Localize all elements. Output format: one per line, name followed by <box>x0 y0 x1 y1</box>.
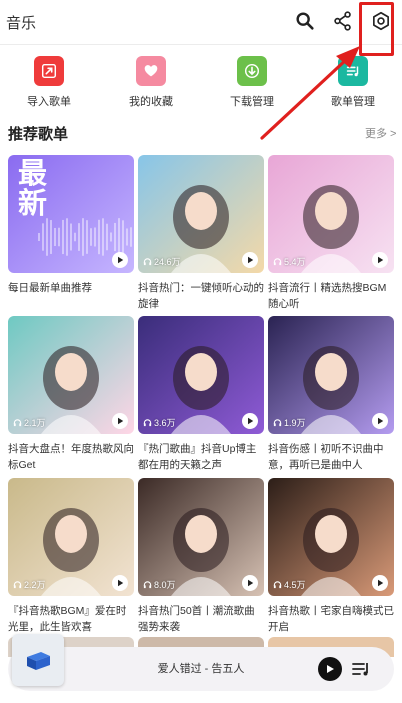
playlist-card[interactable]: 3.6万『热门歌曲』抖音Up博主都在用的天籁之声 <box>138 316 264 471</box>
playlist-title[interactable]: 『热门歌曲』抖音Up博主都在用的天籁之声 <box>138 441 264 473</box>
quick-downloads[interactable]: 下载管理 <box>212 56 292 109</box>
card-play-button[interactable] <box>112 413 128 429</box>
card-play-button[interactable] <box>112 252 128 268</box>
play-count-value: 8.0万 <box>154 580 176 590</box>
playlist-title[interactable]: 抖音热歌丨宅家自嗨模式已开启 <box>268 603 394 635</box>
playlist-cover[interactable]: 最新 <box>8 155 134 273</box>
playlist-card[interactable]: 4.5万抖音热歌丨宅家自嗨模式已开启 <box>268 478 394 633</box>
play-count: 5.4万 <box>273 255 306 268</box>
play-count-value: 3.6万 <box>154 418 176 428</box>
play-button[interactable] <box>318 657 342 681</box>
headphones-icon <box>273 258 282 266</box>
playlist-cover[interactable]: 1.9万 <box>268 316 394 434</box>
mini-player[interactable]: 爱人错过 - 告五人 <box>8 634 394 691</box>
play-count: 2.1万 <box>13 416 46 429</box>
headphones-icon <box>143 258 152 266</box>
play-icon <box>118 417 124 425</box>
playlist-title[interactable]: 『抖音热歌BGM』爱在时光里，此生皆欢喜 <box>8 603 134 635</box>
play-icon <box>378 256 384 264</box>
heart-icon <box>136 56 166 86</box>
headphones-icon <box>143 581 152 589</box>
search-button[interactable] <box>294 10 316 32</box>
playlist-title[interactable]: 抖音流行丨精选热搜BGM随心听 <box>268 280 394 312</box>
quick-downloads-label: 下载管理 <box>230 96 274 108</box>
playlist-title[interactable]: 抖音大盘点！年度热歌风向标Get <box>8 441 134 473</box>
playlist-cover[interactable]: 3.6万 <box>138 316 264 434</box>
queue-icon[interactable] <box>351 659 371 679</box>
card-play-button[interactable] <box>372 575 388 591</box>
playlist-title[interactable]: 抖音热门：一键倾听心动的旋律 <box>138 280 264 312</box>
playlist-card[interactable]: 最新 每日最新单曲推荐 <box>8 155 134 305</box>
headphones-icon <box>143 419 152 427</box>
play-count-value: 1.9万 <box>284 418 306 428</box>
play-count-value: 2.2万 <box>24 580 46 590</box>
play-count: 8.0万 <box>143 578 176 591</box>
play-count: 24.6万 <box>143 255 181 268</box>
headphones-icon <box>13 419 22 427</box>
playlist-card[interactable]: 24.6万抖音热门：一键倾听心动的旋律 <box>138 155 264 310</box>
highlight-box <box>359 2 394 56</box>
search-icon <box>296 12 314 30</box>
playlist-cover[interactable]: 2.1万 <box>8 316 134 434</box>
quick-playlist-manage[interactable]: 歌单管理 <box>313 56 393 109</box>
quick-playlist-manage-label: 歌单管理 <box>331 96 375 108</box>
top-divider <box>0 44 402 45</box>
play-count: 4.5万 <box>273 578 306 591</box>
play-icon <box>248 417 254 425</box>
card-play-button[interactable] <box>112 575 128 591</box>
play-count: 3.6万 <box>143 416 176 429</box>
playlist-cover[interactable]: 2.2万 <box>8 478 134 596</box>
playlist-card[interactable]: 2.1万抖音大盘点！年度热歌风向标Get <box>8 316 134 471</box>
play-count-value: 2.1万 <box>24 418 46 428</box>
quick-import[interactable]: 导入歌单 <box>9 56 89 109</box>
playlist-card[interactable]: 1.9万抖音伤感丨初听不识曲中意，再听已是曲中人 <box>268 316 394 471</box>
play-icon <box>248 256 254 264</box>
share-button[interactable] <box>332 10 354 32</box>
page-title: 音乐 <box>6 15 37 32</box>
play-icon <box>378 417 384 425</box>
play-count-value: 5.4万 <box>284 257 306 267</box>
play-icon <box>327 665 334 673</box>
playlist-icon <box>338 56 368 86</box>
card-play-button[interactable] <box>372 252 388 268</box>
cover-title: 最新 <box>18 158 48 220</box>
quick-actions: 导入歌单 我的收藏 下载管理 歌单管理 <box>0 56 402 116</box>
playlist-title[interactable]: 每日最新单曲推荐 <box>8 280 134 312</box>
more-link[interactable]: 更多 > <box>365 125 396 141</box>
playlist-title[interactable]: 抖音伤感丨初听不识曲中意，再听已是曲中人 <box>268 441 394 473</box>
playlist-cover[interactable]: 8.0万 <box>138 478 264 596</box>
section-title: 推荐歌单 <box>8 126 69 143</box>
card-play-button[interactable] <box>242 252 258 268</box>
quick-import-label: 导入歌单 <box>27 96 71 108</box>
quick-favorites-label: 我的收藏 <box>129 96 173 108</box>
playlist-title[interactable]: 抖音热门50首丨潮流歌曲强势来袭 <box>138 603 264 635</box>
top-bar: 音乐 <box>0 0 402 44</box>
card-play-button[interactable] <box>372 413 388 429</box>
playlist-cover[interactable]: 24.6万 <box>138 155 264 273</box>
play-count: 2.2万 <box>13 578 46 591</box>
playlist-card[interactable]: 2.2万『抖音热歌BGM』爱在时光里，此生皆欢喜 <box>8 478 134 633</box>
import-icon <box>34 56 64 86</box>
playlist-cover[interactable]: 5.4万 <box>268 155 394 273</box>
share-icon <box>334 11 351 31</box>
headphones-icon <box>273 581 282 589</box>
play-icon <box>118 579 124 587</box>
card-play-button[interactable] <box>242 413 258 429</box>
playlist-cover[interactable]: 4.5万 <box>268 478 394 596</box>
playlist-card[interactable]: 5.4万抖音流行丨精选热搜BGM随心听 <box>268 155 394 310</box>
headphones-icon <box>273 419 282 427</box>
play-icon <box>118 256 124 264</box>
download-icon <box>237 56 267 86</box>
play-icon <box>378 579 384 587</box>
headphones-icon <box>13 581 22 589</box>
quick-favorites[interactable]: 我的收藏 <box>111 56 191 109</box>
play-count-value: 4.5万 <box>284 580 306 590</box>
play-icon <box>248 579 254 587</box>
play-count: 1.9万 <box>273 416 306 429</box>
card-play-button[interactable] <box>242 575 258 591</box>
playlist-card[interactable]: 8.0万抖音热门50首丨潮流歌曲强势来袭 <box>138 478 264 633</box>
play-count-value: 24.6万 <box>154 257 181 267</box>
